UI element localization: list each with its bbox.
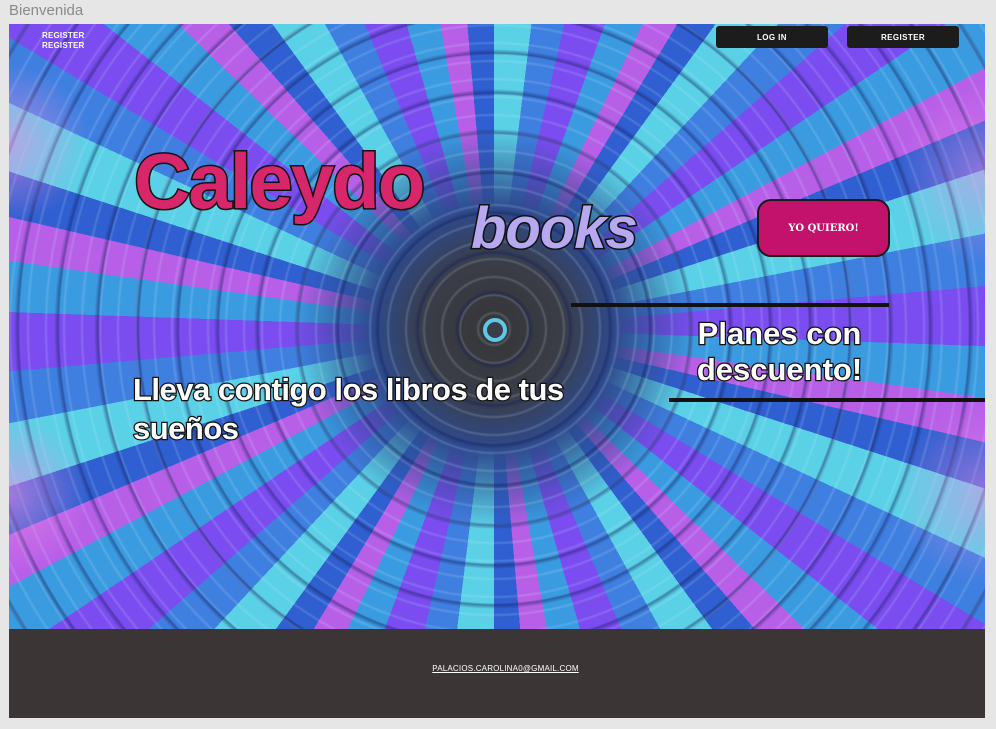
promo-divider-top (571, 303, 889, 307)
kaleidoscope-center (483, 318, 507, 342)
promo-divider-bottom (669, 398, 985, 402)
hero-tagline: Lleva contigo los libros de tus sueños (132, 371, 566, 448)
brand-subtitle: books (470, 196, 640, 261)
yo-quiero-button[interactable]: YO QUIERO! (757, 199, 890, 257)
promo-text: Planes con descuento! (696, 315, 864, 389)
top-left-links: REGISTER REGISTER (42, 31, 85, 51)
page-frame: REGISTER REGISTER LOG IN REGISTER Caleyd… (9, 24, 985, 718)
footer: PALACIOS.CAROLINA0@GMAIL.COM (9, 629, 985, 718)
contact-email-link[interactable]: PALACIOS.CAROLINA0@GMAIL.COM (9, 664, 985, 673)
register-link[interactable]: REGISTER (42, 31, 85, 41)
register-link-secondary[interactable]: REGISTER (42, 41, 85, 51)
brand-title: Caleydo (132, 137, 426, 225)
hero-kaleidoscope-background: REGISTER REGISTER LOG IN REGISTER Caleyd… (9, 24, 985, 629)
window-title: Bienvenida (9, 2, 84, 19)
register-button[interactable]: REGISTER (847, 26, 959, 48)
login-button[interactable]: LOG IN (716, 26, 828, 48)
